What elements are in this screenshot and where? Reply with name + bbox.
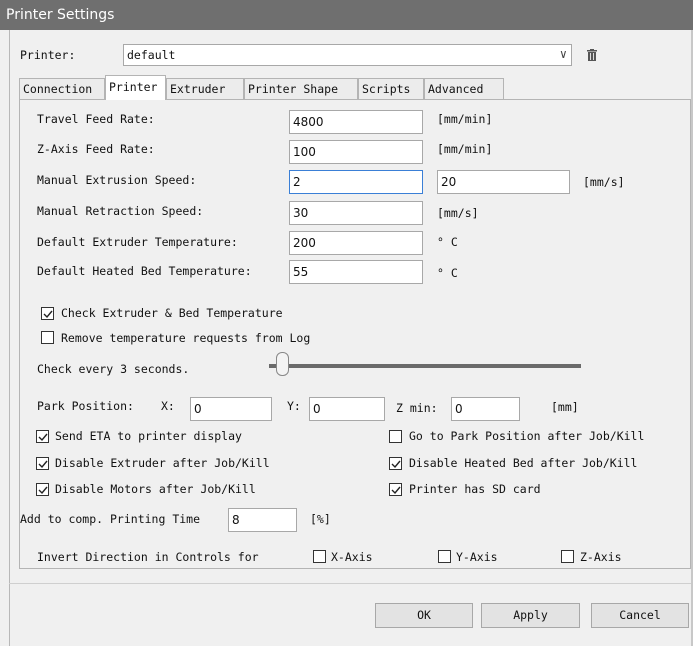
invert-x-checkbox[interactable]: [313, 550, 326, 563]
manual-extrusion-max-input[interactable]: 20: [437, 170, 570, 194]
apply-button[interactable]: Apply: [481, 603, 580, 628]
footer-divider: [9, 583, 691, 584]
park-y-input[interactable]: 0: [309, 397, 385, 421]
window-title: Printer Settings: [6, 7, 115, 23]
check-temp-checkbox[interactable]: [41, 307, 54, 320]
extruder-temp-label: Default Extruder Temperature:: [37, 235, 238, 249]
bed-temp-unit: ° C: [437, 266, 458, 280]
trash-icon[interactable]: [587, 49, 597, 61]
chevron-down-icon[interactable]: ∨: [560, 47, 567, 61]
manual-retraction-input[interactable]: 30: [289, 201, 423, 225]
tab-scripts[interactable]: Scripts: [358, 78, 424, 99]
comp-time-input[interactable]: 8: [228, 508, 297, 532]
tab-connection[interactable]: Connection: [19, 78, 105, 99]
tab-printer-shape[interactable]: Printer Shape: [244, 78, 358, 99]
park-x-input[interactable]: 0: [190, 397, 272, 421]
manual-retraction-label: Manual Retraction Speed:: [37, 204, 204, 218]
check-temp-label: Check Extruder & Bed Temperature: [61, 306, 283, 320]
park-y-label: Y:: [287, 399, 301, 413]
invert-z-label: Z-Axis: [580, 550, 622, 564]
invert-y-checkbox[interactable]: [438, 550, 451, 563]
remove-temp-checkbox[interactable]: [41, 331, 54, 344]
extruder-temp-unit: ° C: [437, 235, 458, 249]
park-zmin-label: Z min:: [396, 401, 438, 415]
tab-printer[interactable]: Printer: [105, 75, 166, 100]
check-every-label: Check every 3 seconds.: [37, 362, 190, 376]
tab-extruder[interactable]: Extruder: [166, 78, 244, 99]
disable-bed-checkbox[interactable]: [389, 457, 402, 470]
left-border: [0, 30, 10, 646]
travel-feed-unit: [mm/min]: [437, 112, 493, 126]
park-unit: [mm]: [551, 400, 579, 414]
z-feed-unit: [mm/min]: [437, 142, 493, 156]
goto-park-checkbox[interactable]: [389, 430, 402, 443]
manual-retraction-unit: [mm/s]: [437, 206, 479, 220]
invert-direction-label: Invert Direction in Controls for: [37, 550, 259, 564]
sd-card-checkbox[interactable]: [389, 483, 402, 496]
send-eta-label: Send ETA to printer display: [55, 429, 242, 443]
disable-extruder-checkbox[interactable]: [36, 457, 49, 470]
invert-x-label: X-Axis: [331, 550, 373, 564]
disable-bed-label: Disable Heated Bed after Job/Kill: [409, 456, 638, 470]
cancel-button[interactable]: Cancel: [591, 603, 689, 628]
comp-time-label: Add to comp. Printing Time: [20, 512, 201, 526]
manual-extrusion-input[interactable]: 2: [289, 170, 423, 194]
bed-temp-input[interactable]: 55: [289, 260, 423, 284]
check-interval-slider[interactable]: [269, 364, 581, 368]
disable-extruder-label: Disable Extruder after Job/Kill: [55, 456, 270, 470]
manual-extrusion-label: Manual Extrusion Speed:: [37, 173, 197, 187]
goto-park-label: Go to Park Position after Job/Kill: [409, 429, 645, 443]
park-x-label: X:: [161, 399, 175, 413]
manual-extrusion-unit: [mm/s]: [583, 175, 625, 189]
sd-card-label: Printer has SD card: [409, 482, 541, 496]
printer-label: Printer:: [20, 48, 76, 62]
z-feed-input[interactable]: 100: [289, 140, 423, 164]
tab-advanced[interactable]: Advanced: [424, 78, 504, 99]
remove-temp-label: Remove temperature requests from Log: [61, 331, 311, 345]
printer-select[interactable]: default ∨: [123, 44, 572, 66]
z-feed-label: Z-Axis Feed Rate:: [37, 142, 155, 156]
disable-motors-checkbox[interactable]: [36, 483, 49, 496]
invert-y-label: Y-Axis: [456, 550, 498, 564]
travel-feed-label: Travel Feed Rate:: [37, 112, 155, 126]
printer-select-value: default: [127, 48, 176, 62]
comp-time-unit: [%]: [310, 512, 331, 526]
disable-motors-label: Disable Motors after Job/Kill: [55, 482, 256, 496]
park-position-label: Park Position:: [37, 399, 134, 413]
extruder-temp-input[interactable]: 200: [289, 231, 423, 255]
bed-temp-label: Default Heated Bed Temperature:: [37, 264, 252, 278]
send-eta-checkbox[interactable]: [36, 430, 49, 443]
travel-feed-input[interactable]: 4800: [289, 110, 423, 134]
title-bar: Printer Settings: [0, 0, 693, 30]
ok-button[interactable]: OK: [375, 603, 473, 628]
park-zmin-input[interactable]: 0: [451, 397, 520, 421]
invert-z-checkbox[interactable]: [561, 550, 574, 563]
slider-thumb[interactable]: [276, 352, 289, 376]
